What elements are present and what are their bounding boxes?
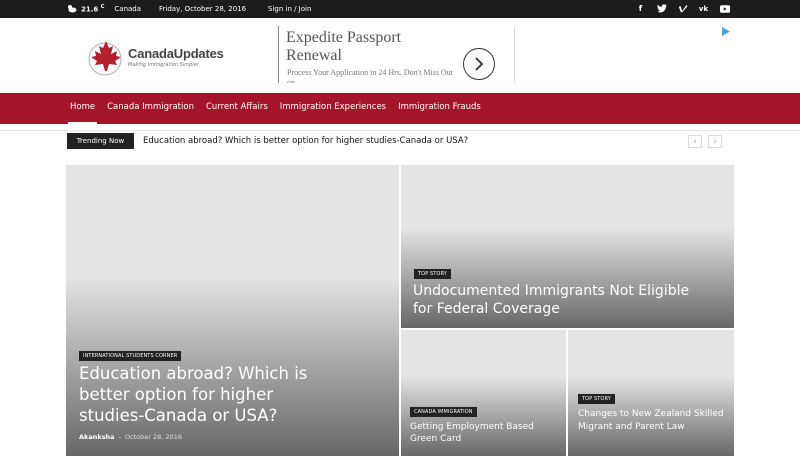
post-date: October 28, 2016 [124, 433, 182, 441]
twitter-icon[interactable] [656, 3, 667, 14]
chevron-right-icon [475, 57, 484, 71]
vk-icon[interactable]: vk [698, 3, 709, 14]
logo-brand: CanadaUpdates [128, 46, 224, 61]
trending-label: Trending Now [67, 133, 134, 149]
divider [0, 124, 800, 131]
nav-item-immigration-experiences[interactable]: Immigration Experiences [274, 93, 392, 124]
site-logo[interactable]: CanadaUpdates Making Immigration Simpler [86, 34, 226, 80]
meta-separator: - [118, 433, 121, 441]
category-badge[interactable]: TOP STORY [414, 269, 451, 279]
featured-post-bottom-left[interactable]: CANADA IMMIGRATION Getting Employment Ba… [401, 330, 566, 456]
category-badge[interactable]: INTERNATIONAL STUDENTS CORNER [79, 351, 182, 361]
featured-post-top-right[interactable]: TOP STORY Undocumented Immigrants Not El… [401, 165, 734, 328]
post-meta: Akanksha - October 28, 2016 [79, 433, 182, 441]
ad-description: Process Your Application in 24 Hrs. Don'… [287, 68, 453, 83]
weather-widget: 21.6 C Canada [66, 4, 141, 13]
post-title[interactable]: Changes to New Zealand Skilled Migrant a… [578, 408, 728, 434]
post-title[interactable]: Undocumented Immigrants Not Eligible for… [413, 282, 693, 318]
signin-link[interactable]: Sign in / Join [268, 5, 311, 13]
weather-city: Canada [114, 4, 142, 13]
partly-cloudy-icon [68, 5, 77, 13]
advertisement[interactable]: Expedite Passport Renewal Process Your A… [278, 26, 515, 83]
nav-item-current-affairs[interactable]: Current Affairs [200, 93, 274, 124]
nav-item-home[interactable]: Home [64, 93, 101, 124]
logo-tagline: Making Immigration Simpler [128, 62, 199, 68]
trending-prev-button[interactable]: ‹ [688, 135, 702, 148]
nav-item-canada-immigration[interactable]: Canada Immigration [101, 93, 200, 124]
main-nav: Home Canada Immigration Current Affairs … [0, 93, 800, 124]
maple-leaf-icon [88, 41, 122, 76]
post-title[interactable]: Education abroad? Which is better option… [79, 363, 339, 426]
social-links: f vk [635, 3, 730, 14]
category-badge[interactable]: CANADA IMMIGRATION [410, 407, 477, 417]
ad-title[interactable]: Expedite Passport Renewal [286, 29, 456, 65]
nav-item-immigration-frauds[interactable]: Immigration Frauds [392, 93, 487, 124]
temperature: 21.6 C [81, 4, 105, 14]
adchoices-icon[interactable] [721, 27, 731, 36]
top-bar: 21.6 C Canada Friday, October 28, 2016 S… [0, 0, 800, 18]
facebook-icon[interactable]: f [635, 3, 646, 14]
ad-arrow-button[interactable] [463, 48, 495, 80]
trending-next-button[interactable]: › [708, 135, 722, 148]
vimeo-icon[interactable] [677, 3, 688, 14]
trending-headline[interactable]: Education abroad? Which is better option… [143, 136, 468, 146]
current-date: Friday, October 28, 2016 [159, 5, 247, 13]
category-badge[interactable]: TOP STORY [578, 394, 615, 404]
post-author[interactable]: Akanksha [79, 433, 115, 441]
featured-post-bottom-right[interactable]: TOP STORY Changes to New Zealand Skilled… [568, 330, 734, 456]
youtube-icon[interactable] [719, 3, 730, 14]
site-header: CanadaUpdates Making Immigration Simpler… [0, 18, 800, 93]
post-title[interactable]: Getting Employment Based Green Card [410, 421, 560, 445]
featured-post-main[interactable]: INTERNATIONAL STUDENTS CORNER Education … [66, 165, 399, 456]
